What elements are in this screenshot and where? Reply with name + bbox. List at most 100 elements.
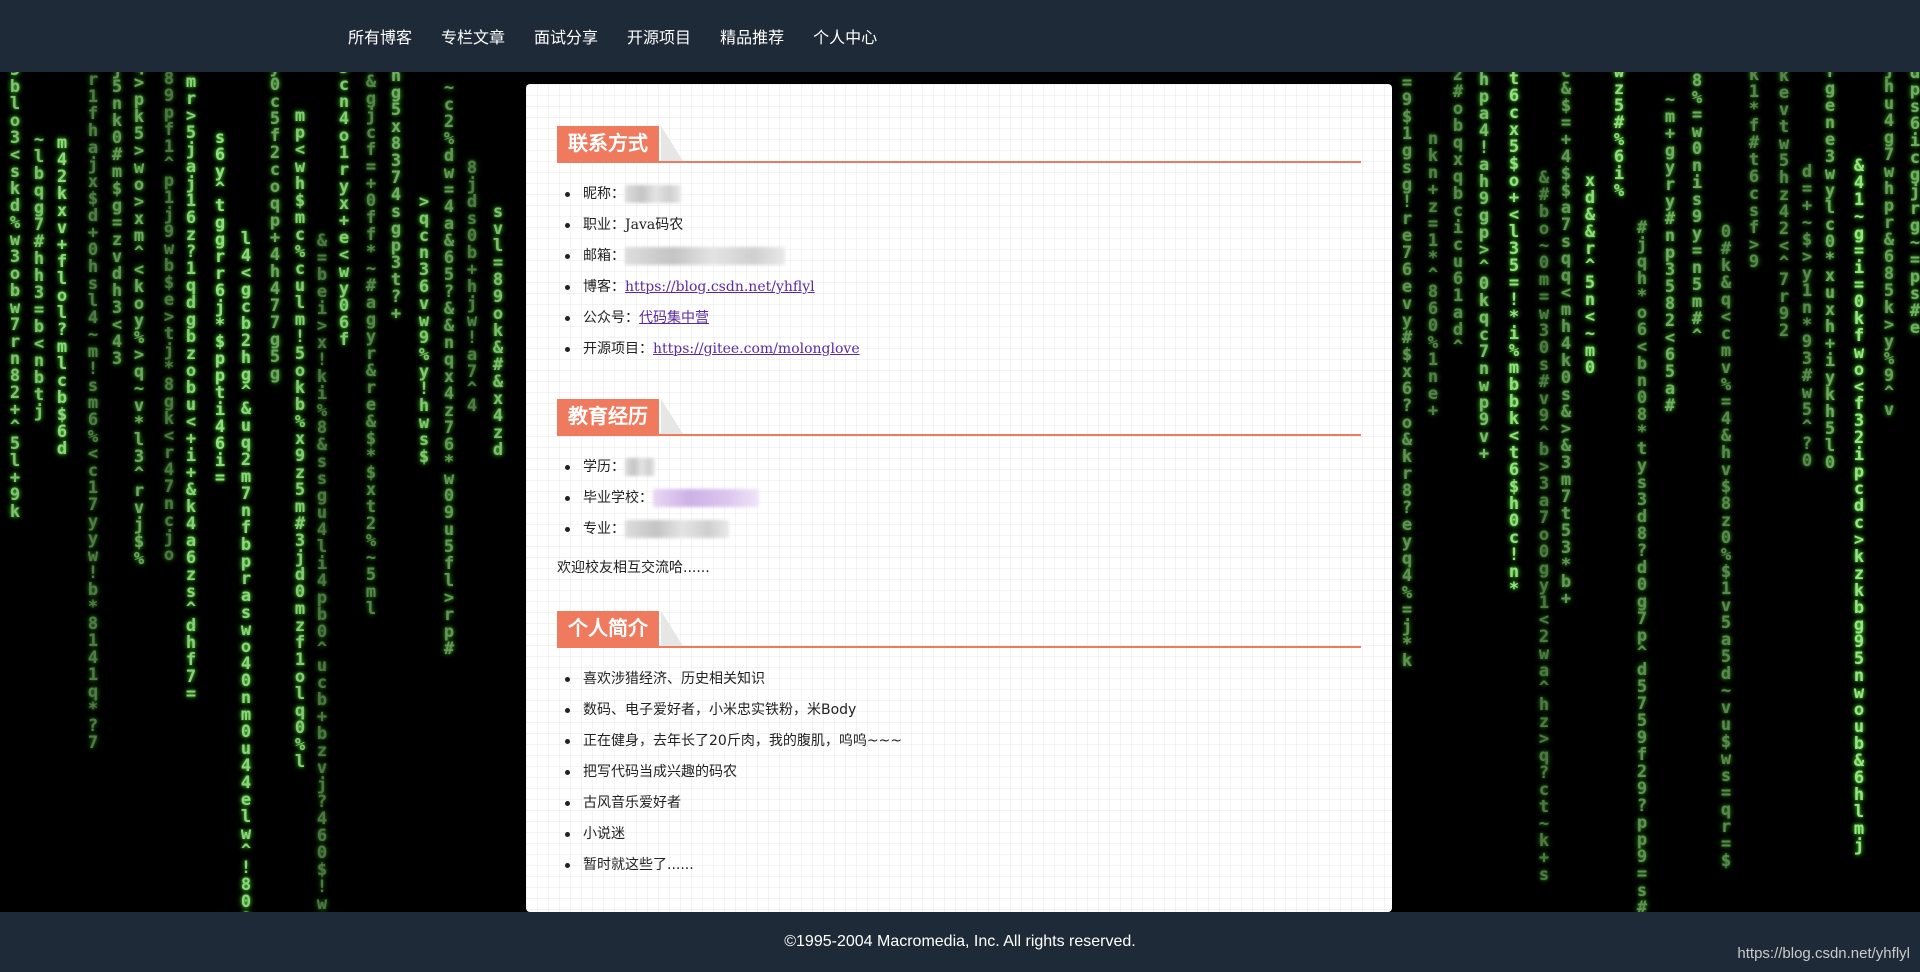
open-source-label: 开源项目： [583, 341, 653, 357]
rain-column: 0#k&q<cmv%=4&hv$8z0%$1v5a5d~vu$ws=qr=$ [1716, 222, 1736, 868]
profile-card: 联系方式 昵称： 职业：Java码农 邮箱： 博客：https://blog.c… [526, 84, 1392, 912]
list-item: 职业：Java码农 [557, 210, 1361, 241]
rain-column: s6y^tggrr6j*$ppti46i= [210, 128, 230, 485]
rain-column: d=+~$>y1n*93#w5^?0 [1797, 162, 1817, 468]
rain-column: r5blo3<skd%w3obw7rn82+^5l+9k [5, 72, 25, 519]
rain-column: ^<b8xe&gjcf=+0ff*~#agyr&re&$*$xt2%~5ml [361, 72, 381, 616]
nav-item-all-blogs[interactable]: 所有博客 [348, 24, 412, 48]
list-item: 古风音乐爱好者 [557, 788, 1361, 819]
rain-column: zy^04v^~c2%dw=4a&65?&&nqx4z76*w09u5fl>rp… [439, 72, 459, 656]
section-header: 个人简介 [557, 611, 1361, 648]
top-navigation-bar: 所有博客 专栏文章 面试分享 开源项目 精品推荐 个人中心 [0, 0, 1920, 72]
rain-column: rt5cn4o1ryx+e<wy06f [334, 72, 354, 347]
list-item: 喜欢涉猎经济、历史相关知识 [557, 664, 1361, 695]
nav-item-column-articles[interactable]: 专栏文章 [441, 24, 505, 48]
list-item: 数码、电子爱好者，小米忠实铁粉，米Body [557, 695, 1361, 726]
rain-column: ~m+gyry#np3582<65a# [1660, 90, 1680, 413]
section-title-tail [661, 399, 683, 434]
nickname-redacted [625, 185, 681, 203]
rain-column: xd&&r^5n<~m0 [1580, 171, 1600, 375]
rain-column: nkn+z=1*^860%1ne+ [1423, 129, 1443, 418]
rain-column: 31a>0s7od9=ylzfgene3wylc0*xuxh+iykh5l0 [1820, 72, 1840, 470]
rain-column: d~n^>5yx2<xz>hpa4!ah9gp>^0kqc7nwp9v+ [1474, 72, 1494, 461]
rain-column: !$vr1fhajx$d+0hsl4~m!sm6%<c17yyw!b*8141q… [83, 72, 103, 750]
nav-item-interview-sharing[interactable]: 面试分享 [534, 24, 598, 48]
rain-column: ~lbqg7#hh3=b<nbtj [29, 130, 49, 419]
profile-item-text: 古风音乐爱好者 [583, 795, 681, 811]
list-item: 昵称： [557, 179, 1361, 210]
email-redacted [625, 247, 785, 265]
rain-column: &#bo~0m=w30s#v9^b>3a7o0gy1<2wa^hz>q?ct~k… [1534, 168, 1554, 882]
wechat-link[interactable]: 代码集中营 [639, 310, 709, 326]
profile-item-text: 暂时就这些了...... [583, 857, 694, 873]
rain-column: =9$1gsg!re76evy#$x6?o&kr8?eyq4%=j*k [1397, 73, 1417, 668]
rain-column: 8%=w0nis9y=n5m#^ [1687, 72, 1707, 343]
list-item: 暂时就这些了...... [557, 850, 1361, 881]
rain-column: m42kxv+flol?mlcb$6d [52, 133, 72, 456]
list-item: 博客：https://blog.csdn.net/yhflyl [557, 272, 1361, 303]
list-item: 邮箱： [557, 241, 1361, 272]
rain-column: &=bei>x!ki%8&ssgu4li4pb0^ucb+bzvj?460$!w… [312, 231, 332, 912]
profile-section: 个人简介 喜欢涉猎经济、历史相关知识 数码、电子爱好者，小米忠实铁粉，米Body… [557, 611, 1361, 881]
rain-column: 5y*5e3t!k1*f#t6csf>9 [1744, 72, 1764, 269]
list-item: 开源项目：https://gitee.com/molonglove [557, 334, 1361, 365]
section-title-tail [661, 611, 683, 646]
education-section: 教育经历 学历： 毕业学校： 专业： 欢迎校友相互交流哈...... [557, 399, 1361, 577]
rain-column: 1t6cx5$o+<l35=!*i%mbbk<t6$h0c!n* [1504, 72, 1524, 596]
school-label: 毕业学校： [583, 490, 653, 506]
profile-list: 喜欢涉猎经济、历史相关知识 数码、电子爱好者，小米忠实铁粉，米Body 正在健身… [557, 664, 1361, 881]
rain-column: >qcn36vw9%y!hws$ [414, 192, 434, 464]
list-item: 毕业学校： [557, 483, 1361, 514]
education-list: 学历： 毕业学校： 专业： [557, 452, 1361, 545]
list-item: 正在健身，去年长了20斤肉，我的腹肌，呜呜~~~ [557, 726, 1361, 757]
watermark-text: https://blog.csdn.net/yhflyl [1737, 945, 1910, 962]
nav-item-open-source[interactable]: 开源项目 [627, 24, 691, 48]
blog-label: 博客： [583, 279, 625, 295]
rain-column: 7~ojhu4g7whpr&685k>y%9^v [1879, 72, 1899, 417]
section-title: 教育经历 [557, 399, 659, 434]
rain-column: &41~g=i=0kfwo<f32ipcdc>kzkbg95nwoub&6hlm… [1849, 156, 1869, 853]
school-redacted[interactable] [653, 489, 759, 507]
rain-column: bpc<yub#wz5#%6i% [1609, 72, 1629, 198]
contact-section: 联系方式 昵称： 职业：Java码农 邮箱： 博客：https://blog.c… [557, 126, 1361, 365]
open-source-link[interactable]: https://gitee.com/molonglove [653, 341, 860, 357]
wechat-label: 公众号： [583, 310, 639, 326]
rain-column: uqnd2#obqxqbcicu61ad^ [1448, 72, 1468, 354]
job-value: Java码农 [625, 217, 684, 233]
nav-item-recommended[interactable]: 精品推荐 [720, 24, 784, 48]
profile-item-text: 正在健身，去年长了20斤肉，我的腹肌，呜呜~~~ [583, 733, 903, 749]
list-item: 专业： [557, 514, 1361, 545]
major-redacted [625, 520, 729, 538]
list-item: 小说迷 [557, 819, 1361, 850]
list-item: 把写代码当成兴趣的码农 [557, 757, 1361, 788]
footer: ©1995-2004 Macromedia, Inc. All rights r… [0, 912, 1920, 972]
profile-item-text: 把写代码当成兴趣的码农 [583, 764, 737, 780]
rain-column: mp<wh$mc%culm!5okb%x9z5m#3jd0mzf1olq0%l [290, 106, 310, 769]
rain-column: 2im~w7x89pf1^p1j9wb$e>tj*8gk<r47ncjo [159, 72, 179, 562]
profile-item-text: 数码、电子爱好者，小米忠实铁粉，米Body [583, 702, 857, 718]
job-label: 职业： [583, 217, 625, 233]
email-label: 邮箱： [583, 248, 625, 264]
rain-column: b878dng5x8374sgp3t?+ [386, 72, 406, 321]
rain-column: 3hbe%680u4j5nk0#m$g=zvdh3<43 [107, 72, 127, 366]
rain-column: >0fu3uie+t7xy0c5f2coqp+4h477g5g [265, 72, 285, 381]
list-item: 公众号：代码集中营 [557, 303, 1361, 334]
rain-column: 8jds0b+hjw!a7^4 [462, 158, 482, 413]
rain-column: svl=89ok&#&x4zd [488, 202, 508, 457]
section-header: 联系方式 [557, 126, 1361, 163]
section-header: 教育经历 [557, 399, 1361, 436]
rain-column: mr>5jaj16z?1qdgbzobu<+i+&k4a6zs^dhf7= [181, 72, 201, 701]
list-item: 学历： [557, 452, 1361, 483]
nav-item-personal-center[interactable]: 个人中心 [813, 24, 877, 48]
degree-redacted [625, 458, 655, 476]
degree-label: 学历： [583, 459, 625, 475]
nickname-label: 昵称： [583, 186, 625, 202]
rain-column: l4<gcb2hg^&uq2m7nfbpraswo40nm0u44elw^!80… [236, 229, 256, 912]
rain-column: #jqh*o6<bn08*tys3d8?d0g7p^d5759f29?pp9=s… [1632, 218, 1652, 912]
rain-column: j0911~phackevtw5hz42<^7r92 [1774, 72, 1794, 338]
rain-column: c$508#$yh<$c&$=+4$$a7sqq<mh4k0s&>&3m7t53… [1556, 72, 1576, 606]
rain-column: dps6icgjrg~=ps#e [1905, 72, 1920, 335]
copyright-text: ©1995-2004 Macromedia, Inc. All rights r… [784, 933, 1136, 950]
profile-item-text: 小说迷 [583, 826, 625, 842]
blog-link[interactable]: https://blog.csdn.net/yhflyl [625, 279, 815, 295]
